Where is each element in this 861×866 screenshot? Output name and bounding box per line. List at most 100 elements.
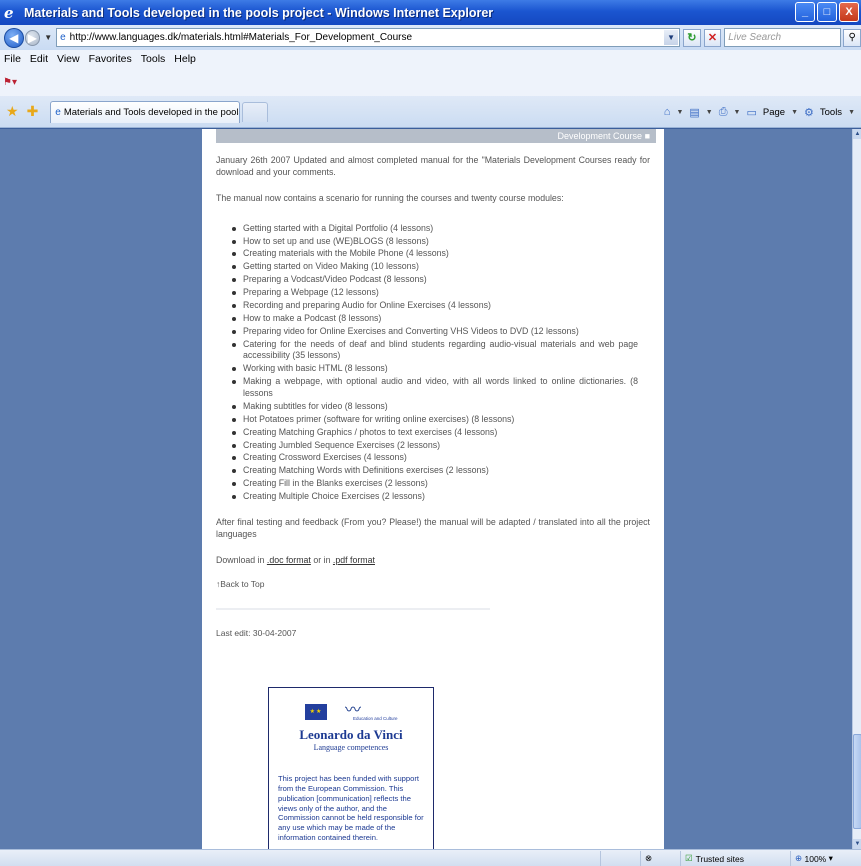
page-right-background <box>664 129 852 849</box>
address-dropdown-icon[interactable]: ▼ <box>664 30 679 45</box>
search-input[interactable]: Live Search <box>724 28 842 47</box>
list-item: How to set up and use (WE)BLOGS (8 lesso… <box>232 236 650 248</box>
menu-help[interactable]: Help <box>174 53 196 65</box>
download-or: or in <box>313 554 331 565</box>
programme-name: Leonardo da Vinci <box>299 727 403 742</box>
address-url: http://www.languages.dk/materials.html#M… <box>69 32 413 43</box>
menu-edit[interactable]: Edit <box>30 53 48 65</box>
zoom-level: 100% <box>804 853 827 864</box>
feeds-icon[interactable]: ▤ <box>689 106 699 119</box>
list-item: Preparing a Vodcast/Video Podcast (8 les… <box>232 274 650 286</box>
refresh-button[interactable]: ↻ <box>683 28 701 47</box>
page-icon: e <box>60 32 66 43</box>
page-content: Development Course ■ January 26th 2007 U… <box>202 129 664 849</box>
pdf-format-link[interactable]: .pdf format <box>333 555 375 565</box>
after-testing-paragraph: After final testing and feedback (From y… <box>216 516 650 539</box>
list-item: Preparing video for Online Exercises and… <box>232 326 650 338</box>
list-item: Recording and preparing Audio for Online… <box>232 300 650 312</box>
download-prefix: Download in <box>216 554 265 565</box>
menu-view[interactable]: View <box>57 53 80 65</box>
search-icon[interactable]: ⚲ <box>843 28 861 47</box>
zoom-control[interactable]: ⊕ 100% ▾ <box>790 851 861 866</box>
list-item: Creating materials with the Mobile Phone… <box>232 248 650 260</box>
funding-disclaimer: This project has been funded with suppor… <box>278 774 424 843</box>
scroll-thumb[interactable] <box>853 734 861 829</box>
programme-subtitle: Language competences <box>313 743 389 752</box>
list-item: Creating Crossword Exercises (4 lessons) <box>232 452 650 464</box>
back-button[interactable]: ◀ <box>4 27 24 48</box>
toolbar-addon-icon[interactable]: ⚑▾ <box>3 77 17 88</box>
zoom-icon: ⊕ <box>795 853 803 863</box>
list-item: Creating Jumbled Sequence Exercises (2 l… <box>232 440 650 452</box>
print-icon[interactable]: ⎙ <box>719 106 728 119</box>
tools-gear-icon: ⚙ <box>804 106 814 119</box>
home-icon[interactable]: ⌂ <box>664 106 671 118</box>
page-menu-button[interactable]: Page <box>763 107 785 118</box>
page-menu-icon: ▭ <box>746 106 757 119</box>
menu-favorites[interactable]: Favorites <box>89 53 132 65</box>
section-heading: Development Course ■ <box>216 129 656 143</box>
section-heading-text: Development Course <box>557 131 643 141</box>
page-left-background <box>0 129 202 849</box>
module-list: Getting started with a Digital Portfolio… <box>216 223 650 503</box>
modules-intro: The manual now contains a scenario for r… <box>216 192 564 203</box>
vertical-scrollbar[interactable]: ▲ ▼ <box>852 129 861 849</box>
tools-menu-button[interactable]: Tools <box>820 107 842 118</box>
window-title: Materials and Tools developed in the poo… <box>24 5 494 20</box>
window-titlebar: e Materials and Tools developed in the p… <box>0 0 861 25</box>
list-item: Creating Fill in the Blanks exercises (2… <box>232 478 650 490</box>
page-dropdown-icon[interactable]: ▼ <box>791 109 798 116</box>
forward-button[interactable]: ▶ <box>24 29 41 46</box>
feeds-dropdown-icon[interactable]: ▼ <box>706 109 713 116</box>
print-dropdown-icon[interactable]: ▼ <box>734 109 741 116</box>
scroll-down-icon[interactable]: ▼ <box>853 839 861 849</box>
add-favorites-icon[interactable]: ✚ <box>27 103 39 120</box>
scroll-up-icon[interactable]: ▲ <box>853 129 861 139</box>
tab-current[interactable]: e Materials and Tools developed in the p… <box>50 100 241 123</box>
minimize-button[interactable]: _ <box>795 2 815 22</box>
tab-favicon-icon: e <box>55 106 61 118</box>
list-item: Making subtitles for video (8 lessons) <box>232 401 650 413</box>
list-item: Working with basic HTML (8 lessons) <box>232 363 650 375</box>
history-dropdown-icon[interactable]: ▼ <box>44 33 52 42</box>
back-to-top-link[interactable]: ↑Back to Top <box>216 579 650 590</box>
tools-dropdown-icon[interactable]: ▼ <box>848 109 855 116</box>
command-bar: ⌂ ▼ ▤ ▼ ⎙ ▼ ▭ Page ▼ ⚙ Tools ▼ <box>664 96 855 128</box>
favorites-center-icon[interactable]: ★ <box>6 103 19 120</box>
maximize-button[interactable]: □ <box>817 2 837 22</box>
leonardo-da-vinci-box: ★★ 〰 Education and Culture Leonardo da V… <box>268 687 434 849</box>
status-cell <box>600 851 640 866</box>
doc-format-link[interactable]: .doc format <box>267 555 311 565</box>
ie-logo-icon: e <box>4 3 14 22</box>
last-edit: Last edit: 30-04-2007 <box>216 627 297 638</box>
list-item: Making a webpage, with optional audio an… <box>232 376 650 400</box>
status-bar: ⊗ ☑ Trusted sites ⊕ 100% ▾ <box>0 849 861 866</box>
address-field[interactable]: e http://www.languages.dk/materials.html… <box>56 28 681 47</box>
menu-tools[interactable]: Tools <box>141 53 166 65</box>
content-viewport: Development Course ■ January 26th 2007 U… <box>0 129 852 849</box>
stop-button[interactable]: ✕ <box>703 28 722 47</box>
menu-file[interactable]: File <box>4 53 21 65</box>
list-item: Hot Potatoes primer (software for writin… <box>232 414 650 426</box>
new-tab-button[interactable] <box>242 101 269 122</box>
list-item: Getting started on Video Making (10 less… <box>232 261 650 273</box>
security-zone[interactable]: ☑ Trusted sites <box>680 851 790 866</box>
close-button[interactable]: X <box>839 2 859 22</box>
intro-paragraph: January 26th 2007 Updated and almost com… <box>216 155 650 177</box>
home-dropdown-icon[interactable]: ▼ <box>676 109 683 116</box>
toolbar-row: ⚑▾ <box>0 68 861 96</box>
status-cell: ⊗ <box>640 851 680 866</box>
list-item: Catering for the needs of deaf and blind… <box>232 339 650 363</box>
download-line: Download in .doc format or in .pdf forma… <box>216 555 650 567</box>
eac-label: Education and Culture <box>353 716 398 721</box>
list-item: Preparing a Webpage (12 lessons) <box>232 287 650 299</box>
navigation-bar: ◀ ▶ ▼ e http://www.languages.dk/material… <box>0 25 861 50</box>
list-item: Creating Matching Words with Definitions… <box>232 465 650 477</box>
zone-label: Trusted sites <box>695 853 744 864</box>
protected-mode-icon[interactable]: ⊗ <box>645 853 652 864</box>
trusted-check-icon: ☑ <box>685 853 693 863</box>
tab-bar: ★ ✚ e Materials and Tools developed in t… <box>0 96 861 128</box>
list-item: Creating Matching Graphics / photos to t… <box>232 427 650 439</box>
back-to-top-label: Back to Top <box>220 578 265 589</box>
list-item: How to make a Podcast (8 lessons) <box>232 313 650 325</box>
